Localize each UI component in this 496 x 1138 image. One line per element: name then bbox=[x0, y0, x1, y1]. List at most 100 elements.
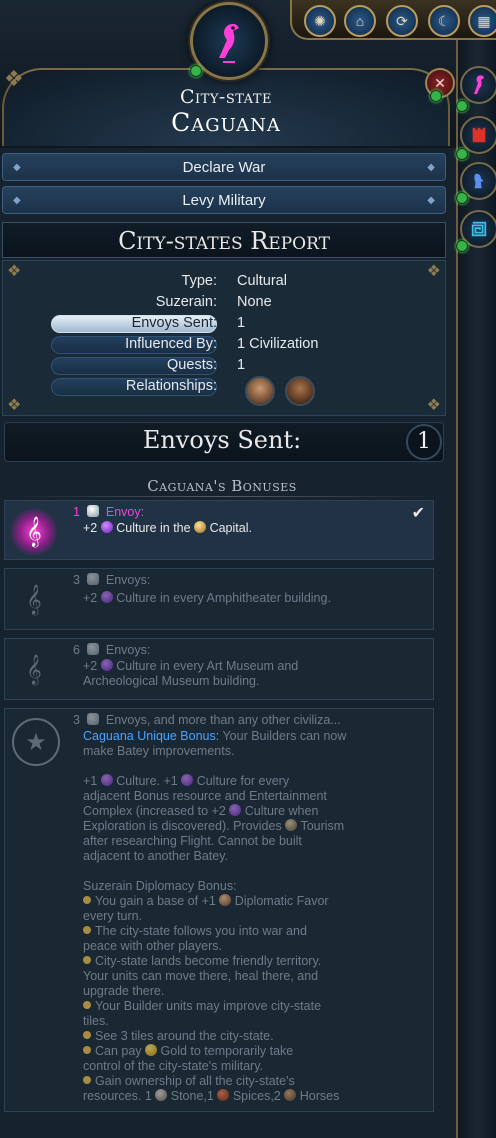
bullet-icon bbox=[83, 1076, 91, 1084]
bonus-text-part: Culture in every Art Museum and bbox=[116, 659, 299, 673]
bonus-text-part: Capital. bbox=[209, 521, 252, 535]
envoys-sent-label: Envoys Sent: bbox=[131, 315, 217, 331]
music-clef-icon: 𝄞 bbox=[26, 516, 42, 546]
bonus-text: +2 Culture in the Capital. bbox=[83, 521, 252, 536]
spices-icon bbox=[217, 1089, 230, 1101]
bonus-text-part: Horses bbox=[299, 1089, 340, 1103]
suzerain-value: None bbox=[237, 294, 272, 310]
levy-military-button[interactable]: ◆ Levy Military ◆ bbox=[2, 186, 446, 214]
bonus-text-part: Culture when bbox=[244, 804, 319, 818]
culture-icon bbox=[100, 774, 113, 786]
moon-icon: ☾ bbox=[437, 12, 451, 29]
cultural-citystate-icon bbox=[474, 75, 484, 94]
bonus-text-part: Stone,1 bbox=[170, 1089, 214, 1103]
report-row-influenced[interactable]: Influenced By: 1 Civilization bbox=[3, 336, 447, 356]
religious-citystate-icon bbox=[474, 173, 484, 189]
bullet-icon bbox=[83, 1046, 91, 1054]
bonus-text-part: Culture in every Amphitheater building. bbox=[116, 591, 331, 605]
report-row-suzerain: Suzerain: None bbox=[3, 294, 447, 314]
bonus-card-6-envoys: 𝄞 6 Envoys: +2 Culture in every Art Muse… bbox=[4, 638, 434, 700]
cultural-bonus-icon-locked: 𝄞 bbox=[11, 647, 57, 693]
envoy-count: 3 bbox=[73, 573, 80, 587]
bonus-text-part: make Batey improvements. bbox=[83, 744, 235, 758]
bonus-text-part: Gold to temporarily take bbox=[160, 1044, 294, 1058]
citystate-name: Caguana bbox=[171, 108, 281, 137]
cultural-citystate-bird-icon bbox=[219, 23, 239, 63]
bonus-amount: +2 bbox=[83, 659, 98, 673]
bonus-text-part: Spices,2 bbox=[232, 1089, 281, 1103]
leader-portrait-1[interactable] bbox=[245, 376, 275, 406]
report-row-quests[interactable]: Quests: 1 bbox=[3, 357, 447, 377]
close-icon: ✕ bbox=[434, 74, 446, 91]
type-label: Type: bbox=[181, 273, 217, 289]
envoys-sent-value: 1 bbox=[237, 315, 246, 331]
bonus-amount: +2 bbox=[83, 521, 98, 535]
bonus-text-part: control of the city-state's military. bbox=[83, 1059, 263, 1073]
music-clef-icon: 𝄞 bbox=[26, 654, 42, 684]
bonus-text-part: Exploration is discovered). Provides bbox=[83, 819, 282, 833]
bonus-header: 3 Envoys, and more than any other civili… bbox=[73, 713, 341, 727]
cycle-icon: ⟳ bbox=[396, 12, 408, 29]
bonus-text: +2 Culture in every Amphitheater buildin… bbox=[83, 591, 331, 606]
music-clef-icon: 𝄞 bbox=[26, 584, 42, 614]
bonus-text-part: upgrade there. bbox=[83, 984, 165, 998]
bonus-text-part: The city-state follows you into war and bbox=[95, 924, 307, 938]
toolbar-science-button[interactable]: ✺ bbox=[304, 5, 336, 37]
bonus-text-part: See 3 tiles around the city-state. bbox=[95, 1029, 274, 1043]
envoy-count: 1 bbox=[73, 505, 80, 519]
horses-icon bbox=[284, 1089, 297, 1101]
status-dot bbox=[456, 192, 468, 204]
diplomatic-favor-icon bbox=[219, 894, 232, 906]
bullet-icon bbox=[83, 956, 91, 964]
bonus-text-part: +1 bbox=[83, 774, 98, 788]
bonus-text-part: Culture in the bbox=[116, 521, 191, 535]
cultural-bonus-icon: 𝄞 bbox=[11, 509, 57, 555]
influenced-by-value: 1 Civilization bbox=[237, 336, 319, 352]
bonus-text-part: Tourism bbox=[300, 819, 345, 833]
envoy-icon bbox=[86, 713, 99, 725]
bonus-text-part: Your units can move there, heal there, a… bbox=[83, 969, 319, 983]
capital-icon bbox=[194, 521, 207, 533]
top-toolbar: ✺ ⌂ ⟳ ☾ ▦ bbox=[290, 0, 496, 40]
leader-portrait-2[interactable] bbox=[285, 376, 315, 406]
bonus-card-3-envoys: 𝄞 3 Envoys: +2 Culture in every Amphithe… bbox=[4, 568, 434, 630]
report-row-envoys[interactable]: Envoys Sent: 1 bbox=[3, 315, 447, 335]
envoy-icon bbox=[86, 505, 99, 517]
side-panel-trim bbox=[456, 40, 458, 1138]
star-icon: ★ bbox=[12, 718, 60, 766]
corner-ornament: ❖ bbox=[7, 397, 22, 414]
toolbar-culture-button[interactable]: ⌂ bbox=[344, 5, 376, 37]
status-dot bbox=[456, 100, 468, 112]
bonus-text-part: Gain ownership of all the city-state's bbox=[95, 1074, 295, 1088]
cultural-citystate-button[interactable] bbox=[460, 66, 496, 104]
bonus-amount: +2 bbox=[83, 591, 98, 605]
bonus-text-part: Archeological Museum building. bbox=[83, 674, 260, 688]
declare-war-button[interactable]: ◆ Declare War ◆ bbox=[2, 153, 446, 181]
report-row-type: Type: Cultural bbox=[3, 273, 447, 293]
bonus-header: 1 Envoy: bbox=[73, 505, 144, 519]
button-gem-left: ◆ bbox=[13, 195, 21, 206]
toolbar-citystates-button[interactable]: ▦ bbox=[468, 5, 496, 37]
culture-icon bbox=[100, 659, 113, 671]
levy-military-label: Levy Military bbox=[182, 191, 266, 209]
bonus-text-part: resources. 1 bbox=[83, 1089, 152, 1103]
bullet-icon bbox=[83, 896, 91, 904]
envoy-label: Envoys, and more than any other civiliza… bbox=[105, 713, 341, 727]
button-gem-right: ◆ bbox=[427, 162, 435, 173]
bonus-text-part: after researching Flight. Cannot be buil… bbox=[83, 834, 302, 848]
unique-bonus-title: Caguana Unique Bonus: bbox=[83, 729, 220, 743]
city-states-icon: ▦ bbox=[477, 12, 491, 29]
bonus-text-part: Culture for every bbox=[196, 774, 290, 788]
toolbar-cycle-button[interactable]: ⟳ bbox=[386, 5, 418, 37]
bullet-icon bbox=[83, 1001, 91, 1009]
envoy-count: 3 bbox=[73, 713, 80, 727]
toolbar-moon-button[interactable]: ☾ bbox=[428, 5, 460, 37]
report-row-relationships[interactable]: Relationships: bbox=[3, 376, 447, 406]
bonus-text-part: You gain a base of +1 bbox=[95, 894, 216, 908]
relationships-label: Relationships: bbox=[125, 378, 217, 394]
stone-icon bbox=[155, 1089, 168, 1101]
culture-icon bbox=[100, 521, 113, 533]
militaristic-citystate-icon bbox=[472, 127, 486, 143]
envoys-sent-count: 1 bbox=[406, 424, 442, 460]
status-dot bbox=[456, 148, 468, 160]
